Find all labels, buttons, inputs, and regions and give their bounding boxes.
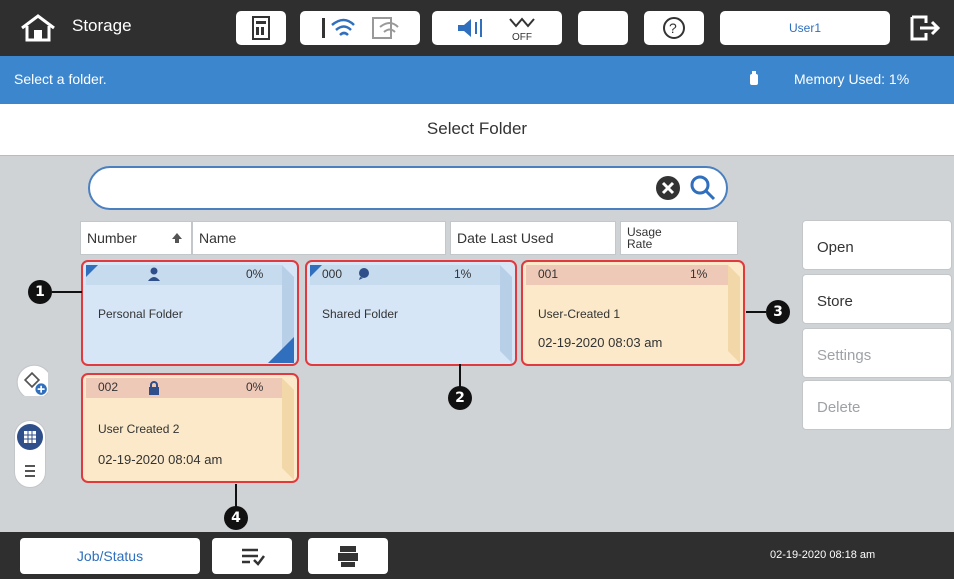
- logout-icon[interactable]: [906, 12, 942, 44]
- column-usage[interactable]: Usage Rate: [620, 221, 738, 255]
- settings-button[interactable]: Settings: [802, 328, 952, 378]
- column-number-label: Number: [87, 230, 137, 246]
- folder-name: Personal Folder: [98, 307, 183, 321]
- help-button[interactable]: ?: [644, 11, 704, 45]
- title-bar: Select Folder: [0, 104, 954, 156]
- status-bar: Select a folder. Memory Used: 1%: [0, 56, 954, 104]
- app-title: Storage: [72, 16, 132, 35]
- folder-usage: 1%: [454, 267, 472, 281]
- sd-card-icon: [252, 16, 270, 40]
- memory-used: Memory Used: 1%: [794, 71, 910, 87]
- wifi-icon: [322, 18, 355, 38]
- help-icon: ?: [663, 17, 685, 39]
- column-name[interactable]: Name: [192, 221, 446, 255]
- ethernet-off-icon: OFF: [509, 17, 535, 42]
- page-title: Select Folder: [426, 119, 528, 138]
- add-folder-icon[interactable]: [16, 364, 48, 396]
- clear-icon[interactable]: [654, 174, 682, 202]
- folder-card-shared[interactable]: 000 1% Shared Folder: [304, 259, 518, 367]
- callout-1: 1: [28, 280, 52, 304]
- svg-text:OFF: OFF: [512, 32, 532, 42]
- wifi-direct-icon: [372, 17, 399, 39]
- network-status-button[interactable]: [300, 11, 420, 45]
- job-status-button[interactable]: Job/Status: [20, 538, 200, 574]
- printer-icon: [338, 546, 358, 567]
- screen: Storage OFF ? User1 Select a folder. Mem…: [0, 0, 954, 579]
- view-toggle: [14, 420, 46, 488]
- status-message: Select a folder.: [14, 71, 107, 87]
- user-box[interactable]: User1: [720, 11, 890, 45]
- folder-date: 02-19-2020 08:03 am: [538, 335, 663, 350]
- search-input[interactable]: [88, 166, 728, 210]
- person-icon: [148, 267, 160, 281]
- svg-text:?: ?: [669, 20, 677, 36]
- sort-ascending-icon: [172, 233, 182, 243]
- folder-card-user-created-2[interactable]: 002 0% User Created 2 02-19-2020 08:04 a…: [80, 372, 300, 484]
- folder-name: User Created 2: [98, 422, 180, 436]
- column-date[interactable]: Date Last Used: [450, 221, 616, 255]
- callout-3-line: [746, 311, 766, 313]
- column-date-label: Date Last Used: [457, 230, 554, 246]
- chat-bubble-icon: [359, 268, 369, 280]
- folder-usage: 0%: [246, 380, 264, 394]
- folder-card-personal[interactable]: 0% Personal Folder: [80, 259, 300, 367]
- column-name-label: Name: [199, 230, 237, 246]
- column-usage-label: Usage Rate: [627, 225, 662, 251]
- folder-name: User-Created 1: [538, 307, 621, 321]
- callout-4: 4: [224, 506, 248, 530]
- callout-2: 2: [448, 386, 472, 410]
- lock-icon: [149, 381, 159, 395]
- home-icon[interactable]: [18, 13, 58, 43]
- folder-usage: 1%: [690, 267, 708, 281]
- folder-name: Shared Folder: [322, 307, 399, 321]
- callout-3: 3: [766, 300, 790, 324]
- folder-date: 02-19-2020 08:04 am: [98, 452, 223, 467]
- delete-button[interactable]: Delete: [802, 380, 952, 430]
- open-button[interactable]: Open: [802, 220, 952, 270]
- printer-button[interactable]: [308, 538, 388, 574]
- callout-1-line: [52, 291, 82, 293]
- grid-view-icon[interactable]: [16, 423, 44, 451]
- sleep-button[interactable]: [578, 11, 628, 45]
- datetime: 02-19-2020 08:18 am: [770, 549, 876, 561]
- list-view-icon[interactable]: [16, 457, 44, 485]
- folder-card-user-created-1[interactable]: 001 1% User-Created 1 02-19-2020 08:03 a…: [520, 259, 746, 367]
- sleep-icon: [596, 18, 606, 38]
- folder-number: 001: [538, 267, 559, 281]
- memory-icon: [750, 71, 758, 85]
- folder-number: 000: [322, 267, 343, 281]
- folder-usage: 0%: [246, 267, 264, 281]
- stop-button[interactable]: [212, 538, 292, 574]
- store-button[interactable]: Store: [802, 274, 952, 324]
- folder-number: 002: [98, 380, 119, 394]
- stop-job-icon: [242, 548, 265, 566]
- sound-icon: [458, 19, 482, 37]
- sound-ethernet-button[interactable]: OFF: [432, 11, 562, 45]
- search-icon[interactable]: [688, 173, 718, 203]
- sd-card-button[interactable]: [236, 11, 286, 45]
- top-bar: Storage OFF ? User1: [0, 0, 954, 56]
